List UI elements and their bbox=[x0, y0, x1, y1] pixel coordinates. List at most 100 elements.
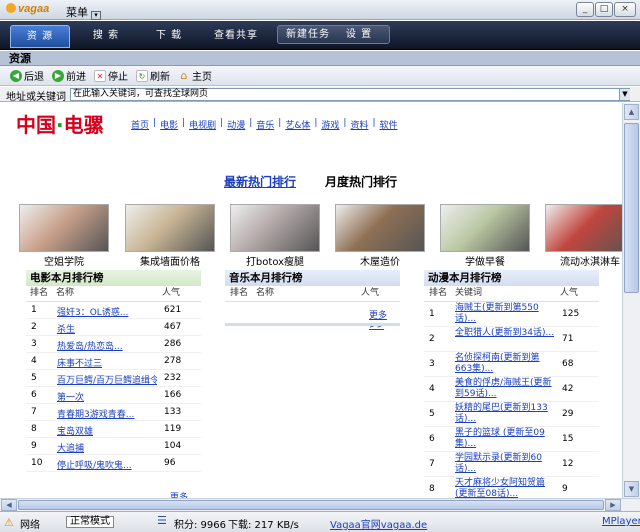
rank-title-link[interactable]: 百万巨鳄/百万巨鳄追缉令... bbox=[57, 373, 157, 386]
mode-indicator[interactable]: 正常模式 bbox=[66, 516, 114, 528]
rank-title-link[interactable]: 杀生 bbox=[57, 322, 157, 335]
browser-toolbar: ◀ 后退 ▶ 前进 ✕ 停止 ↻ 刷新 ⌂ 主页 bbox=[0, 66, 640, 86]
rank-popularity: 104 bbox=[164, 441, 182, 451]
thumbnail-card[interactable]: 集成墙面价格 bbox=[125, 204, 215, 268]
home-button[interactable]: ⌂ 主页 bbox=[178, 68, 213, 83]
ranking-header: 排名 名称 人气 bbox=[225, 286, 400, 302]
rank-number: 2 bbox=[429, 334, 435, 344]
rank-number: 5 bbox=[429, 409, 435, 419]
rank-title-link[interactable]: 妖精的尾巴(更新到133话)... bbox=[455, 403, 555, 425]
col-rank: 排名 bbox=[230, 288, 249, 298]
rank-title-link[interactable]: 青春期3游戏青春... bbox=[57, 407, 157, 420]
address-input[interactable]: 在此输入关键词，可查找全球网页 bbox=[70, 88, 630, 101]
scroll-down-icon[interactable]: ▼ bbox=[624, 481, 639, 497]
address-dropdown-icon[interactable]: ▼ bbox=[619, 89, 630, 100]
rank-title-link[interactable]: 第一次 bbox=[57, 390, 157, 403]
music-more-link[interactable]: 更多>> bbox=[369, 308, 400, 331]
rank-popularity: 71 bbox=[562, 334, 574, 344]
rank-title-link[interactable]: 学园默示录(更新到60话)... bbox=[455, 453, 555, 475]
rank-title-link[interactable]: 名侦探柯南(更新到第663集)... bbox=[455, 353, 555, 375]
forward-button[interactable]: ▶ 前进 bbox=[52, 68, 86, 83]
tab-search[interactable]: 搜 索 bbox=[80, 25, 132, 48]
site-nav-home[interactable]: 首页 bbox=[131, 118, 149, 131]
table-row: 6 黑子的篮球 (更新至09集)... 15 bbox=[424, 427, 599, 452]
ranking-header: 排名 名称 人气 bbox=[26, 286, 201, 302]
rank-title-link[interactable]: 海贼王(更新到第550话)... bbox=[455, 303, 555, 325]
rank-title-link[interactable]: 宝岛双雄 bbox=[57, 424, 157, 437]
rank-title-link[interactable]: 全职猎人(更新到34话)... bbox=[455, 328, 555, 339]
anime-ranking-panel: 动漫本月排行榜 排名 关键词 人气 1 海贼王(更新到第550话)... 125 2 全… bbox=[424, 270, 599, 498]
new-task-button[interactable]: 新建任务 bbox=[282, 24, 334, 47]
site-nav-anime[interactable]: 动漫 bbox=[227, 118, 245, 131]
stats-icon: ☰ bbox=[157, 514, 167, 527]
rank-title-link[interactable]: 天才麻将少女阿知贺篇(更新至08话)... bbox=[455, 478, 555, 498]
back-button[interactable]: ◀ 后退 bbox=[10, 68, 44, 83]
thumbnail-card[interactable]: 流动冰淇淋车 bbox=[545, 204, 622, 268]
table-row: 2 全职猎人(更新到34话)... 71 bbox=[424, 327, 599, 352]
site-nav-arts-sports[interactable]: 艺&体 bbox=[285, 118, 310, 131]
app-name: vagaa bbox=[18, 3, 50, 15]
table-row: 4 床事不过三 278 bbox=[26, 353, 201, 370]
vertical-scroll-thumb[interactable] bbox=[624, 123, 639, 293]
rank-title-link[interactable]: 强奸3：OL诱惑... bbox=[57, 305, 157, 318]
table-row: 6 第一次 166 bbox=[26, 387, 201, 404]
table-row: 3 热爱岛/热恋岛... 286 bbox=[26, 336, 201, 353]
rank-number: 4 bbox=[429, 384, 435, 394]
site-nav-games[interactable]: 游戏 bbox=[321, 118, 339, 131]
maximize-button[interactable]: □ bbox=[595, 2, 613, 17]
points-status: 积分: 9966 bbox=[174, 520, 226, 531]
horizontal-scrollbar[interactable]: ◀ ▶ bbox=[0, 498, 640, 511]
title-bar: vagaa 菜单 ▾ _ □ × bbox=[0, 0, 640, 20]
table-row: 5 妖精的尾巴(更新到133话)... 29 bbox=[424, 402, 599, 427]
main-menu[interactable]: 菜单 ▾ bbox=[66, 4, 101, 20]
site-nav-materials[interactable]: 资料 bbox=[350, 118, 368, 131]
tab-download[interactable]: 下 载 bbox=[143, 25, 195, 48]
scroll-right-icon[interactable]: ▶ bbox=[605, 499, 621, 511]
stop-button[interactable]: ✕ 停止 bbox=[94, 68, 128, 83]
site-nav-music[interactable]: 音乐 bbox=[256, 118, 274, 131]
thumbnail-caption: 打botox瘦腿 bbox=[245, 257, 305, 268]
rank-popularity: 29 bbox=[562, 409, 574, 419]
thumbnail-card[interactable]: 学做早餐 bbox=[440, 204, 530, 268]
rank-title-link[interactable]: 美食的俘虏/海贼王(更新到59话)... bbox=[455, 378, 555, 400]
tab-resources[interactable]: 资 源 bbox=[10, 25, 70, 48]
monthly-hot-ranking-label: 月度热门排行 bbox=[325, 175, 398, 189]
refresh-button[interactable]: ↻ 刷新 bbox=[136, 68, 170, 83]
site-logo[interactable]: 中国·电骡 bbox=[16, 109, 104, 138]
scroll-up-icon[interactable]: ▲ bbox=[624, 104, 639, 120]
rank-number: 7 bbox=[31, 407, 37, 417]
site-nav-software[interactable]: 软件 bbox=[380, 118, 398, 131]
tab-view-share[interactable]: 查看共享 bbox=[206, 25, 266, 48]
thumbnail-image bbox=[19, 204, 109, 252]
rank-title-link[interactable]: 黑子的篮球 (更新至09集)... bbox=[455, 428, 555, 450]
settings-button[interactable]: 设 置 bbox=[337, 24, 381, 47]
site-nav-movies[interactable]: 电影 bbox=[160, 118, 178, 131]
address-label: 地址或关键词 bbox=[6, 92, 66, 103]
thumbnail-card[interactable]: 打botox瘦腿 bbox=[230, 204, 320, 268]
site-nav-separator: | bbox=[220, 118, 224, 128]
latest-hot-ranking-link[interactable]: 最新热门排行 bbox=[224, 173, 296, 190]
rank-title-link[interactable]: 热爱岛/热恋岛... bbox=[57, 339, 157, 352]
site-nav-tv[interactable]: 电视剧 bbox=[189, 118, 216, 131]
minimize-button[interactable]: _ bbox=[576, 2, 594, 17]
thumbnail-card[interactable]: 空姐学院 bbox=[19, 204, 109, 268]
movie-more-link[interactable]: 更多>> bbox=[170, 490, 201, 498]
back-arrow-icon: ◀ bbox=[10, 69, 22, 82]
table-row: 3 名侦探柯南(更新到第663集)... 68 bbox=[424, 352, 599, 377]
site-nav: 首页 | 电影 | 电视剧 | 动漫 | 音乐 | 艺&体 | 游戏 | 资料 | 软件 bbox=[131, 118, 398, 131]
mplayer-link[interactable]: MPlayer bbox=[602, 516, 640, 527]
rank-title-link[interactable]: 床事不过三 bbox=[57, 356, 157, 369]
music-ranking-title: 音乐本月排行榜 bbox=[225, 270, 400, 286]
vagaa-site-link[interactable]: Vagaa官网vagaa.de bbox=[330, 516, 427, 531]
thumbnail-caption: 集成墙面价格 bbox=[140, 257, 200, 268]
rank-title-link[interactable]: 停止呼吸/鬼吹鬼... bbox=[57, 458, 157, 471]
status-bar: ⚠ 网络 正常模式 ☰ 积分: 9966 下载: 217 KB/s Vagaa官… bbox=[0, 511, 640, 532]
close-button[interactable]: × bbox=[614, 2, 636, 17]
rank-title-link[interactable]: 大追捕 bbox=[57, 441, 157, 454]
rank-popularity: 467 bbox=[164, 322, 182, 332]
horizontal-scroll-thumb[interactable] bbox=[18, 500, 604, 510]
scroll-left-icon[interactable]: ◀ bbox=[1, 499, 17, 511]
address-bar: 地址或关键词 在此输入关键词，可查找全球网页 ▼ bbox=[0, 87, 640, 103]
vertical-scrollbar[interactable]: ▲ ▼ bbox=[622, 103, 640, 498]
thumbnail-card[interactable]: 木屋造价 bbox=[335, 204, 425, 268]
